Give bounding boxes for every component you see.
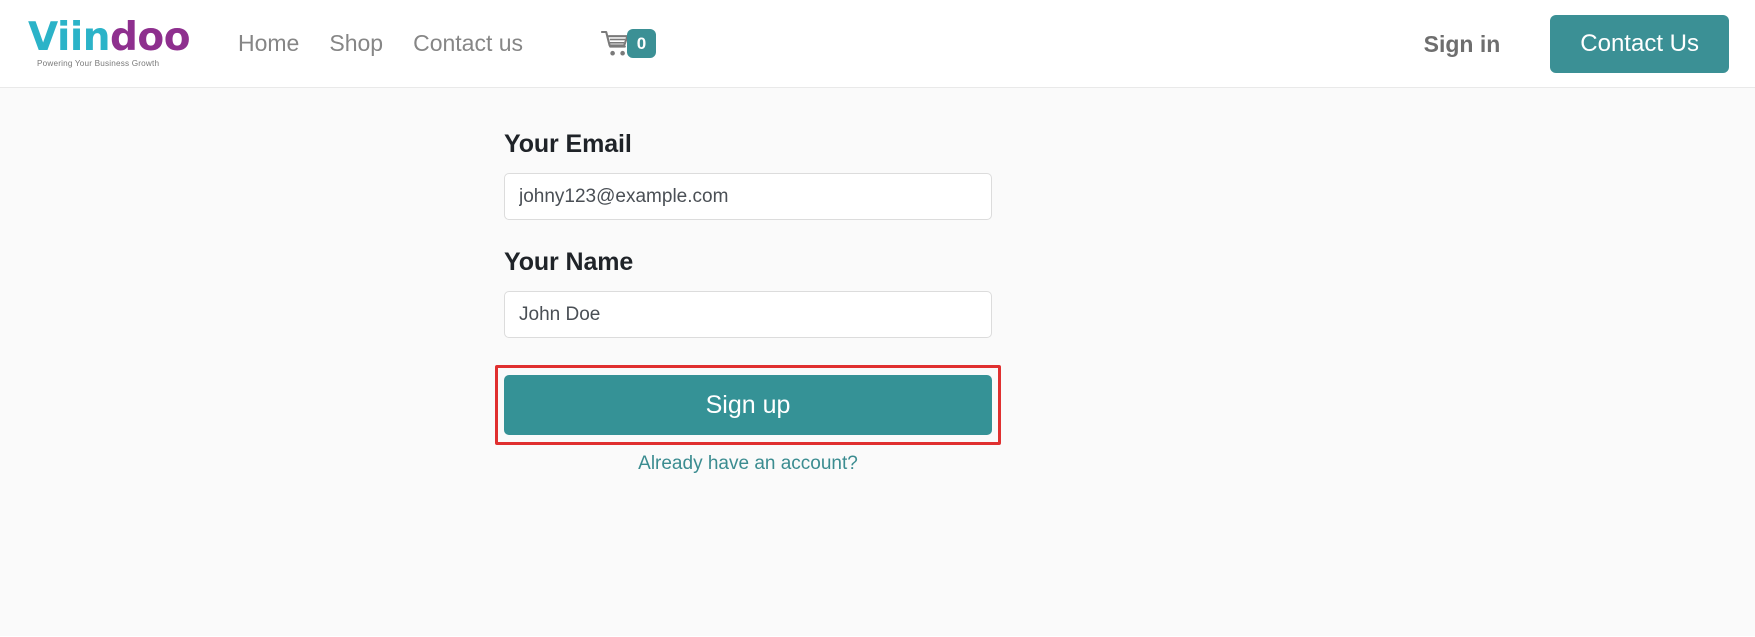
cart-count-badge: 0 (627, 29, 657, 58)
brand-name-part1: Viin (28, 15, 111, 61)
signup-form: Your Email Your Name Sign up Already hav… (495, 130, 1001, 475)
account-link-row: Already have an account? (504, 453, 992, 475)
brand-tagline: Powering Your Business Growth (37, 58, 160, 68)
brand-wordmark: Viindoo (28, 18, 191, 57)
field-spacer (504, 220, 992, 248)
header-right-actions: Sign in Contact Us (1424, 0, 1729, 88)
sign-up-button[interactable]: Sign up (504, 375, 992, 435)
contact-us-button[interactable]: Contact Us (1550, 14, 1729, 74)
site-header: Viindoo Powering Your Business Growth Ho… (0, 0, 1755, 88)
submit-area: Sign up (495, 365, 1001, 445)
brand-logo[interactable]: Viindoo Powering Your Business Growth (28, 18, 191, 68)
sign-in-link[interactable]: Sign in (1424, 31, 1501, 58)
nav-item-home[interactable]: Home (238, 30, 299, 57)
cart-link[interactable]: 0 (601, 29, 657, 58)
brand-name-part2: doo (110, 15, 191, 61)
email-input[interactable] (504, 173, 992, 220)
email-field-label: Your Email (504, 130, 632, 158)
already-have-account-link[interactable]: Already have an account? (638, 453, 858, 474)
name-input[interactable] (504, 291, 992, 338)
nav-item-shop[interactable]: Shop (329, 30, 383, 57)
nav-item-contact-us[interactable]: Contact us (413, 30, 523, 57)
main-navigation: Home Shop Contact us 0 (238, 29, 657, 58)
name-field-label: Your Name (504, 248, 634, 276)
main-content: Your Email Your Name Sign up Already hav… (0, 88, 1755, 636)
